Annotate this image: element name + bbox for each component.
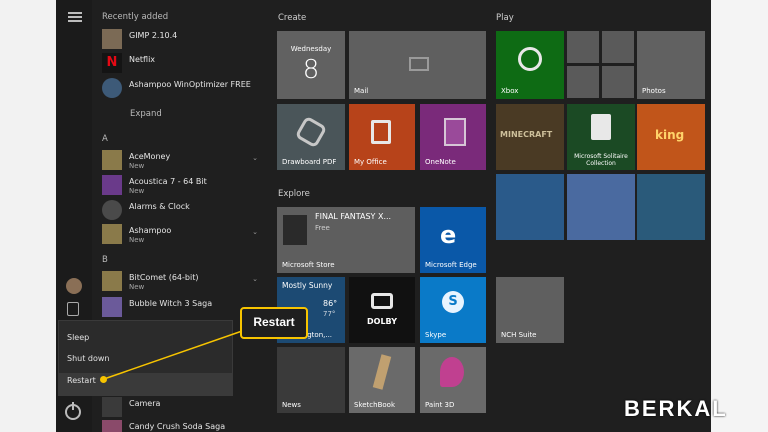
recently-added-header: Recently added xyxy=(102,12,169,22)
sleep-option[interactable]: Sleep xyxy=(67,333,89,342)
cards-icon xyxy=(591,114,611,140)
skype-icon: S xyxy=(442,291,464,313)
chevron-down-icon[interactable]: ⌄ xyxy=(252,275,258,283)
tile-drawboard[interactable]: Drawboard PDF xyxy=(277,104,345,170)
tile-sketchbook[interactable]: SketchBook xyxy=(349,347,415,413)
power-menu: Sleep Shut down Restart xyxy=(58,320,233,396)
folder-icon xyxy=(102,271,122,291)
folder-icon xyxy=(102,150,122,170)
tile-dolby[interactable]: DOLBY xyxy=(349,277,415,343)
app-gimp[interactable]: GIMP 2.10.4 xyxy=(102,29,252,51)
section-letter-a[interactable]: A xyxy=(102,134,108,144)
tile-movies[interactable] xyxy=(567,31,599,63)
page-margin xyxy=(711,0,768,432)
app-bubble-witch[interactable]: Bubble Witch 3 Saga xyxy=(102,297,252,319)
tile-minecraft[interactable]: MINECRAFT xyxy=(496,104,564,170)
tile-onenote[interactable]: OneNote xyxy=(420,104,486,170)
tile-disney[interactable] xyxy=(496,174,564,240)
hamburger-icon[interactable] xyxy=(68,12,82,22)
hexagon-icon xyxy=(294,115,328,149)
tile-news[interactable]: News xyxy=(277,347,345,413)
callout-dot xyxy=(100,376,107,383)
tile-nch[interactable]: NCH Suite xyxy=(496,277,564,343)
app-netflix[interactable]: N Netflix xyxy=(102,53,252,75)
folder-icon xyxy=(102,224,122,244)
game-cover xyxy=(283,215,307,245)
office-icon xyxy=(371,120,391,144)
pencil-icon xyxy=(372,354,392,390)
documents-icon[interactable] xyxy=(67,302,79,316)
tile-gameloft[interactable] xyxy=(637,174,705,240)
app-ashampoo-winoptimizer[interactable]: Ashampoo WinOptimizer FREE xyxy=(102,78,252,100)
tile-calendar[interactable]: Wednesday 8 xyxy=(277,31,345,99)
restart-option[interactable]: Restart xyxy=(59,373,232,395)
tile-photos[interactable]: Photos xyxy=(637,31,705,99)
tile-xbox[interactable]: Xbox xyxy=(496,31,564,99)
tile-edge[interactable]: e Microsoft Edge xyxy=(420,207,486,273)
candy-crush-icon xyxy=(102,420,122,432)
onenote-icon xyxy=(444,118,466,146)
tile-paint3d[interactable]: Paint 3D xyxy=(420,347,486,413)
section-letter-b[interactable]: B xyxy=(102,255,108,265)
clock-icon xyxy=(102,200,122,220)
tile-calculator[interactable] xyxy=(567,66,599,98)
chevron-down-icon[interactable]: ⌄ xyxy=(252,154,258,162)
brand-watermark: BERKAL xyxy=(624,396,728,421)
bubble-witch-icon xyxy=(102,297,122,317)
expand-link[interactable]: Expand xyxy=(130,109,162,119)
tile-webcam[interactable] xyxy=(602,66,634,98)
tile-groove[interactable] xyxy=(602,31,634,63)
app-bitcomet[interactable]: BitComet (64-bit) New ⌄ xyxy=(102,271,258,293)
chevron-down-icon[interactable]: ⌄ xyxy=(252,228,258,236)
xbox-icon xyxy=(518,47,542,71)
winoptimizer-icon xyxy=(102,78,122,98)
group-create[interactable]: Create xyxy=(278,13,306,23)
restart-callout: Restart xyxy=(240,307,308,339)
app-candy-crush[interactable]: Candy Crush Soda Saga xyxy=(102,420,252,432)
paint-drop-icon xyxy=(440,357,464,387)
dolby-icon xyxy=(371,293,393,309)
mail-icon xyxy=(409,57,429,71)
app-acemoney[interactable]: AceMoney New ⌄ xyxy=(102,150,258,172)
tile-solitaire[interactable]: Microsoft Solitaire Collection xyxy=(567,104,635,170)
tile-ms-store[interactable]: FINAL FANTASY X... Free Microsoft Store xyxy=(277,207,415,273)
app-alarms-clock[interactable]: Alarms & Clock xyxy=(102,200,252,222)
tile-skype[interactable]: S Skype xyxy=(420,277,486,343)
gimp-icon xyxy=(102,29,122,49)
netflix-icon: N xyxy=(102,53,122,73)
tile-bubble-witch[interactable] xyxy=(567,174,635,240)
tile-myoffice[interactable]: My Office xyxy=(349,104,415,170)
user-avatar[interactable] xyxy=(66,278,82,294)
app-camera[interactable]: Camera xyxy=(102,397,252,419)
app-ashampoo[interactable]: Ashampoo New ⌄ xyxy=(102,224,258,246)
camera-icon xyxy=(102,397,122,417)
tile-mail[interactable]: Mail xyxy=(349,31,486,99)
group-play[interactable]: Play xyxy=(496,13,514,23)
power-icon[interactable] xyxy=(65,402,81,420)
app-acoustica[interactable]: Acoustica 7 - 64 Bit New xyxy=(102,175,252,197)
shutdown-option[interactable]: Shut down xyxy=(67,354,109,363)
screenshot-frame: Recently added GIMP 2.10.4 N Netflix Ash… xyxy=(0,0,768,432)
acoustica-icon xyxy=(102,175,122,195)
tile-king[interactable]: king xyxy=(637,104,705,170)
group-explore[interactable]: Explore xyxy=(278,189,310,199)
edge-icon: e xyxy=(440,221,457,249)
